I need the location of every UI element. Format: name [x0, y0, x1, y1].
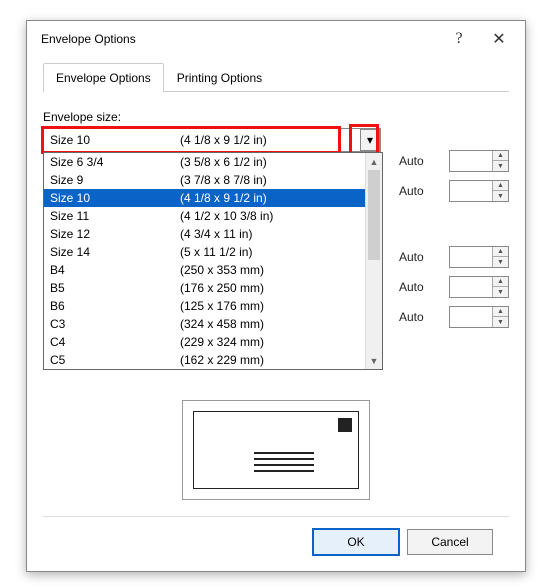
- dropdown-item[interactable]: B6(125 x 176 mm): [44, 297, 365, 315]
- dropdown-item[interactable]: C3(324 x 458 mm): [44, 315, 365, 333]
- right-side-fields: Auto ▲▼ Auto ▲▼ Auto: [399, 150, 509, 336]
- spin-up-icon[interactable]: ▲: [493, 181, 508, 191]
- spin-up-icon[interactable]: ▲: [493, 247, 508, 257]
- spin-label-1: Auto: [399, 184, 449, 198]
- dropdown-item-name: C5: [50, 353, 180, 367]
- dropdown-item-name: C3: [50, 317, 180, 331]
- spin-down-icon[interactable]: ▼: [493, 317, 508, 327]
- tab-envelope-options[interactable]: Envelope Options: [43, 63, 164, 92]
- cancel-button[interactable]: Cancel: [407, 529, 493, 555]
- combo-selected-dims: (4 1/8 x 9 1/2 in): [180, 133, 354, 147]
- dropdown-item-dims: (162 x 229 mm): [180, 353, 264, 367]
- tab-printing-options[interactable]: Printing Options: [164, 63, 275, 92]
- envelope-size-dropdown[interactable]: Size 6 3/4(3 5/8 x 6 1/2 in)Size 9(3 7/8…: [43, 152, 383, 370]
- address-lines-icon: [254, 452, 314, 476]
- dropdown-item[interactable]: Size 12(4 3/4 x 11 in): [44, 225, 365, 243]
- scroll-up-icon[interactable]: ▲: [366, 153, 382, 170]
- fields-area: Size 10 (4 1/8 x 9 1/2 in) ▾ Size 6 3/4(…: [43, 128, 509, 348]
- dropdown-item-name: Size 10: [50, 191, 180, 205]
- dropdown-item-dims: (5 x 11 1/2 in): [180, 245, 252, 259]
- dropdown-item[interactable]: C5(162 x 229 mm): [44, 351, 365, 369]
- spin-input-0[interactable]: ▲▼: [449, 150, 509, 172]
- stamp-icon: [338, 418, 352, 432]
- dialog-buttons: OK Cancel: [43, 516, 509, 555]
- scroll-track[interactable]: [366, 170, 382, 352]
- spin-label-3: Auto: [399, 280, 449, 294]
- dialog-title: Envelope Options: [41, 32, 439, 46]
- envelope-size-combo[interactable]: Size 10 (4 1/8 x 9 1/2 in) ▾: [43, 128, 381, 152]
- dropdown-item-name: B4: [50, 263, 180, 277]
- tabstrip: Envelope Options Printing Options: [43, 63, 509, 92]
- titlebar: Envelope Options ? ✕: [27, 21, 525, 57]
- dropdown-items: Size 6 3/4(3 5/8 x 6 1/2 in)Size 9(3 7/8…: [44, 153, 365, 369]
- spin-input-4[interactable]: ▲▼: [449, 306, 509, 328]
- dropdown-item-name: Size 11: [50, 209, 180, 223]
- combo-selected-text: Size 10 (4 1/8 x 9 1/2 in): [44, 133, 360, 147]
- dropdown-item[interactable]: Size 10(4 1/8 x 9 1/2 in): [44, 189, 365, 207]
- spin-down-icon[interactable]: ▼: [493, 257, 508, 267]
- envelope-size-label: Envelope size:: [43, 110, 509, 124]
- dropdown-item[interactable]: C4(229 x 324 mm): [44, 333, 365, 351]
- spin-down-icon[interactable]: ▼: [493, 287, 508, 297]
- envelope-icon: [193, 411, 359, 489]
- dropdown-scrollbar[interactable]: ▲ ▼: [365, 153, 382, 369]
- dropdown-item-name: C4: [50, 335, 180, 349]
- spin-label-2: Auto: [399, 250, 449, 264]
- dropdown-item[interactable]: Size 6 3/4(3 5/8 x 6 1/2 in): [44, 153, 365, 171]
- dropdown-item[interactable]: Size 14(5 x 11 1/2 in): [44, 243, 365, 261]
- spin-input-3[interactable]: ▲▼: [449, 276, 509, 298]
- dialog-body: Envelope Options Printing Options Envelo…: [27, 57, 525, 567]
- dropdown-item-name: Size 6 3/4: [50, 155, 180, 169]
- scroll-thumb[interactable]: [368, 170, 380, 260]
- spin-label-4: Auto: [399, 310, 449, 324]
- spin-label-0: Auto: [399, 154, 449, 168]
- spin-row-2: Auto ▲▼: [399, 246, 509, 268]
- spin-row-0: Auto ▲▼: [399, 150, 509, 172]
- dropdown-item[interactable]: Size 9(3 7/8 x 8 7/8 in): [44, 171, 365, 189]
- dropdown-item-name: Size 14: [50, 245, 180, 259]
- spin-row-3: Auto ▲▼: [399, 276, 509, 298]
- dropdown-item[interactable]: Size 11(4 1/2 x 10 3/8 in): [44, 207, 365, 225]
- dropdown-item-dims: (250 x 353 mm): [180, 263, 264, 277]
- dropdown-item-dims: (324 x 458 mm): [180, 317, 264, 331]
- spin-up-icon[interactable]: ▲: [493, 307, 508, 317]
- spin-input-2[interactable]: ▲▼: [449, 246, 509, 268]
- spin-row-1: Auto ▲▼: [399, 180, 509, 202]
- spin-down-icon[interactable]: ▼: [493, 161, 508, 171]
- spin-down-icon[interactable]: ▼: [493, 191, 508, 201]
- chevron-down-icon[interactable]: ▾: [360, 129, 380, 151]
- dropdown-item-name: B5: [50, 281, 180, 295]
- close-button[interactable]: ✕: [479, 24, 519, 54]
- envelope-options-dialog: Envelope Options ? ✕ Envelope Options Pr…: [26, 20, 526, 572]
- dropdown-item-name: B6: [50, 299, 180, 313]
- dropdown-item-dims: (176 x 250 mm): [180, 281, 264, 295]
- envelope-preview: [182, 400, 370, 500]
- dropdown-item-dims: (4 1/8 x 9 1/2 in): [180, 191, 267, 205]
- spin-up-icon[interactable]: ▲: [493, 151, 508, 161]
- spin-up-icon[interactable]: ▲: [493, 277, 508, 287]
- spin-input-1[interactable]: ▲▼: [449, 180, 509, 202]
- spin-row-4: Auto ▲▼: [399, 306, 509, 328]
- dropdown-item-dims: (4 1/2 x 10 3/8 in): [180, 209, 273, 223]
- dropdown-item-dims: (125 x 176 mm): [180, 299, 264, 313]
- dropdown-item[interactable]: B4(250 x 353 mm): [44, 261, 365, 279]
- combo-selected-name: Size 10: [50, 133, 180, 147]
- dropdown-item-name: Size 12: [50, 227, 180, 241]
- dropdown-item[interactable]: B5(176 x 250 mm): [44, 279, 365, 297]
- help-button[interactable]: ?: [439, 24, 479, 54]
- dropdown-item-dims: (3 5/8 x 6 1/2 in): [180, 155, 267, 169]
- ok-button[interactable]: OK: [313, 529, 399, 555]
- dropdown-item-dims: (4 3/4 x 11 in): [180, 227, 252, 241]
- dropdown-item-dims: (229 x 324 mm): [180, 335, 264, 349]
- dropdown-item-name: Size 9: [50, 173, 180, 187]
- scroll-down-icon[interactable]: ▼: [366, 352, 382, 369]
- envelope-size-combo-row: Size 10 (4 1/8 x 9 1/2 in) ▾ Size 6 3/4(…: [43, 128, 509, 152]
- dropdown-item-dims: (3 7/8 x 8 7/8 in): [180, 173, 267, 187]
